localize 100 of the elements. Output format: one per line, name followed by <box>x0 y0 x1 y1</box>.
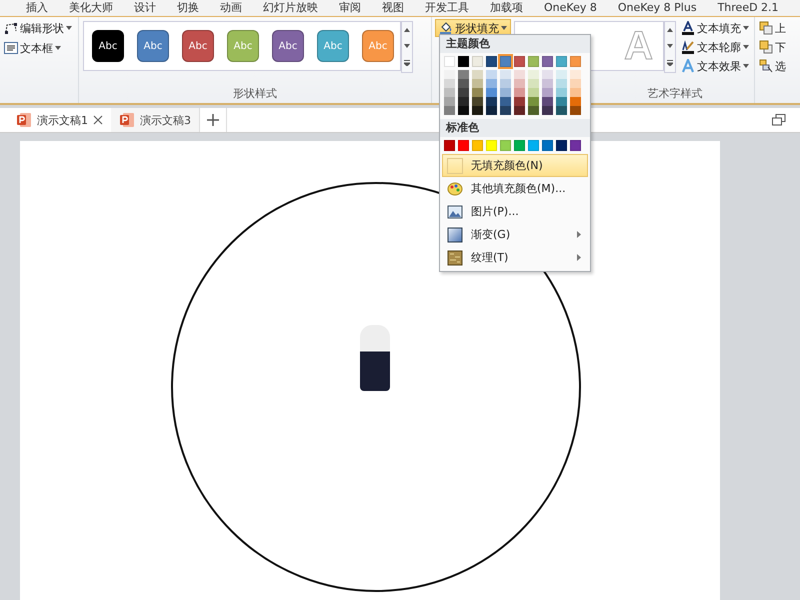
color-swatch[interactable] <box>528 106 539 115</box>
color-swatch[interactable] <box>472 97 483 106</box>
color-swatch[interactable] <box>500 88 511 97</box>
ribbon-tab[interactable]: ThreeD 2.1 <box>718 1 779 15</box>
color-swatch[interactable] <box>444 56 455 67</box>
menu-item[interactable]: 无填充颜色(N) <box>442 154 588 177</box>
ribbon-tab[interactable]: 开发工具 <box>425 1 469 15</box>
ribbon-dropdown-button[interactable]: 文本填充 <box>679 19 753 37</box>
color-swatch[interactable] <box>444 88 455 97</box>
ribbon-tab[interactable]: OneKey 8 Plus <box>618 1 697 15</box>
color-swatch[interactable] <box>556 140 567 151</box>
color-swatch[interactable] <box>514 88 525 97</box>
color-swatch[interactable] <box>556 106 567 115</box>
color-swatch[interactable] <box>458 56 469 67</box>
color-swatch[interactable] <box>542 106 553 115</box>
ribbon-tab[interactable]: 设计 <box>134 1 156 15</box>
menu-item[interactable]: 其他填充颜色(M)... <box>442 177 588 200</box>
document-tab[interactable]: 演示文稿3 <box>111 108 199 132</box>
color-swatch[interactable] <box>458 106 469 115</box>
color-swatch[interactable] <box>500 106 511 115</box>
color-swatch[interactable] <box>458 88 469 97</box>
color-swatch[interactable] <box>514 97 525 106</box>
circle-shape[interactable] <box>170 181 582 593</box>
color-swatch[interactable] <box>472 140 483 151</box>
scroll-down-icon[interactable] <box>667 44 673 48</box>
color-swatch[interactable] <box>556 88 567 97</box>
color-swatch[interactable] <box>458 97 469 106</box>
menu-item[interactable]: 图片(P)... <box>442 200 588 223</box>
color-swatch[interactable] <box>528 56 539 67</box>
color-swatch[interactable] <box>486 56 497 67</box>
color-swatch[interactable] <box>500 140 511 151</box>
color-swatch[interactable] <box>570 88 581 97</box>
color-swatch[interactable] <box>472 106 483 115</box>
arrange-button[interactable]: 选 <box>757 57 798 75</box>
color-swatch[interactable] <box>542 88 553 97</box>
ribbon-dropdown-button[interactable]: 文本轮廓 <box>679 38 753 56</box>
color-swatch[interactable] <box>500 97 511 106</box>
scroll-up-icon[interactable] <box>404 28 410 32</box>
color-swatch[interactable] <box>528 79 539 88</box>
color-swatch[interactable] <box>528 97 539 106</box>
ribbon-tab[interactable]: OneKey 8 <box>544 1 597 15</box>
color-swatch[interactable] <box>570 140 581 151</box>
color-swatch[interactable] <box>542 56 553 67</box>
color-swatch[interactable] <box>458 79 469 88</box>
gallery-scrollbar[interactable] <box>664 21 676 73</box>
shape-style-swatch[interactable]: Abc <box>92 30 124 62</box>
color-swatch[interactable] <box>514 106 525 115</box>
gallery-scrollbar[interactable] <box>401 21 413 73</box>
color-swatch[interactable] <box>486 97 497 106</box>
color-swatch[interactable] <box>570 79 581 88</box>
color-swatch[interactable] <box>542 70 553 79</box>
color-swatch[interactable] <box>570 70 581 79</box>
color-swatch[interactable] <box>542 79 553 88</box>
arrange-button[interactable]: 下 <box>757 38 798 56</box>
color-swatch[interactable] <box>570 56 581 67</box>
color-swatch[interactable] <box>472 79 483 88</box>
arrange-button[interactable]: 上 <box>757 19 798 37</box>
shape-style-swatch[interactable]: Abc <box>182 30 214 62</box>
color-swatch[interactable] <box>500 56 511 67</box>
color-swatch[interactable] <box>458 140 469 151</box>
color-swatch[interactable] <box>486 79 497 88</box>
new-tab-button[interactable] <box>199 108 227 132</box>
scroll-down-icon[interactable] <box>404 44 410 48</box>
color-swatch[interactable] <box>542 140 553 151</box>
color-swatch[interactable] <box>514 70 525 79</box>
color-swatch[interactable] <box>514 140 525 151</box>
color-swatch[interactable] <box>500 79 511 88</box>
restore-window-icon[interactable] <box>772 114 786 126</box>
color-swatch[interactable] <box>556 97 567 106</box>
color-swatch[interactable] <box>556 79 567 88</box>
color-swatch[interactable] <box>444 106 455 115</box>
scroll-up-icon[interactable] <box>667 28 673 32</box>
more-icon[interactable] <box>404 60 410 66</box>
color-swatch[interactable] <box>570 97 581 106</box>
color-swatch[interactable] <box>486 70 497 79</box>
color-swatch[interactable] <box>570 106 581 115</box>
ribbon-tab[interactable]: 动画 <box>220 1 242 15</box>
color-swatch[interactable] <box>542 97 553 106</box>
color-swatch[interactable] <box>486 88 497 97</box>
color-swatch[interactable] <box>500 70 511 79</box>
shape-style-swatch[interactable]: Abc <box>137 30 169 62</box>
close-icon[interactable] <box>93 115 103 125</box>
color-swatch[interactable] <box>514 56 525 67</box>
color-swatch[interactable] <box>528 88 539 97</box>
ribbon-tab[interactable]: 美化大师 <box>69 1 113 15</box>
ribbon-tab[interactable]: 审阅 <box>339 1 361 15</box>
color-swatch[interactable] <box>444 70 455 79</box>
color-swatch[interactable] <box>444 79 455 88</box>
ribbon-dropdown-button[interactable]: 编辑形状 <box>2 19 76 37</box>
color-swatch[interactable] <box>514 79 525 88</box>
ribbon-tab[interactable]: 切换 <box>177 1 199 15</box>
color-swatch[interactable] <box>472 56 483 67</box>
color-swatch[interactable] <box>556 56 567 67</box>
ribbon-tab[interactable]: 视图 <box>382 1 404 15</box>
color-swatch[interactable] <box>472 70 483 79</box>
color-swatch[interactable] <box>528 140 539 151</box>
ribbon-tab[interactable]: 加载项 <box>490 1 523 15</box>
color-swatch[interactable] <box>486 106 497 115</box>
color-swatch[interactable] <box>528 70 539 79</box>
shape-style-swatch[interactable]: Abc <box>272 30 304 62</box>
